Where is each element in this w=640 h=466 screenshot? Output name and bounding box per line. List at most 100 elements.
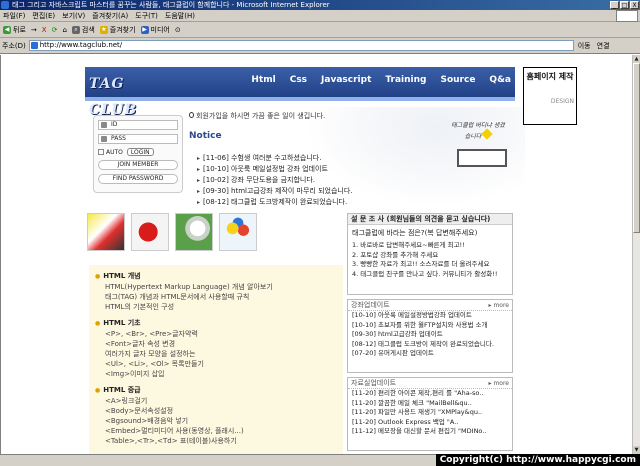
update-item[interactable]: [08-12] 태그클럽 도크방이 제작이 완료되었습니다. (348, 340, 512, 350)
update-item[interactable]: [09-30] html고급강좌 업데이트 (348, 330, 512, 340)
scroll-thumb[interactable] (633, 63, 640, 233)
resource-item[interactable]: [11-12] 메모장을 대신할 문서 편집기 "MDINo.. (348, 427, 512, 437)
course-link[interactable]: HTML(Hypertext Markup Language) 개념 알아보기 (95, 282, 343, 292)
course-link[interactable]: <Font>글자 속성 변경 (95, 339, 343, 349)
menu-bar: 파일(F) 편집(E) 보기(V) 즐겨찾기(A) 도구(T) 도움말(H) (0, 10, 640, 22)
id-field[interactable]: ID (98, 120, 178, 130)
course-link[interactable]: <Bgsound>배경음악 넣기 (95, 416, 343, 426)
nav-qa[interactable]: Q&a (489, 75, 511, 85)
media-label: 미디어 (150, 25, 170, 34)
more-link[interactable]: ▸ more (489, 300, 509, 311)
forward-arrow-icon: → (30, 25, 37, 34)
search-button[interactable]: ⌕ 검색 (71, 25, 95, 35)
html-course-list: HTML 개념 HTML(Hypertext Markup Language) … (89, 265, 343, 454)
notice-item[interactable]: [10-02] 강좌 무단도용을 금지합니다. (197, 175, 353, 186)
course-link[interactable]: <Ul>, <Li>, <Ol> 목록만들기 (95, 359, 343, 369)
buddy-search-box[interactable] (457, 149, 507, 167)
resource-item[interactable]: [11-20] 파일만 사용드 재생기 "XMPlay&qu.. (348, 408, 512, 418)
password-field[interactable]: PASS (98, 134, 178, 144)
course-link[interactable]: <Embed>멀티미디어 사용(동영상, 플래시...) (95, 426, 343, 436)
nav-html[interactable]: Html (251, 75, 275, 85)
buddy-speech-text: 태그클럽 버디냐 생겼습니다 (451, 122, 505, 140)
media-button[interactable]: ▶ 미디어 (140, 25, 170, 35)
stop-icon: X (41, 25, 47, 34)
thumbnail-pencils[interactable] (87, 213, 125, 251)
refresh-button[interactable]: ⟳ (52, 26, 58, 34)
thumbnail-balloons[interactable] (219, 213, 257, 251)
thumbnail-magnifier[interactable] (175, 213, 213, 251)
forward-button[interactable]: → (31, 26, 37, 34)
minimize-button[interactable]: _ (610, 1, 619, 9)
nav-training[interactable]: Training (385, 75, 426, 85)
nav-source[interactable]: Source (440, 75, 475, 85)
maximize-button[interactable]: □ (620, 1, 629, 9)
page-viewport: TAG CLUB Html Css Javascript Training So… (0, 55, 632, 454)
history-button[interactable]: ⊙ (175, 26, 181, 34)
thumbnail-red[interactable] (131, 213, 169, 251)
notice-item[interactable]: [10-10] 아웃룩 메일설정법 강좌 업데이트 (197, 164, 353, 175)
star-icon: ★ (99, 25, 108, 34)
poll-question: 태그클럽에 바라는 점은?(복 답변해주세요) (352, 229, 478, 237)
back-button[interactable]: ◀ 뒤로 (3, 25, 26, 35)
auto-login-checkbox[interactable] (98, 149, 104, 155)
login-button[interactable]: LOGIN (126, 148, 154, 156)
course-link[interactable]: <Body>문서속성설정 (95, 406, 343, 416)
update-item[interactable]: [10-10] 초보자를 위한 월FTP설치와 사용법 소개 (348, 321, 512, 331)
resource-updates-title: 자료실업데이트 (351, 379, 397, 387)
stop-button[interactable]: X (42, 26, 47, 34)
poll-option[interactable]: 3. 빵빵한 자료가 최고!! 소스자료를 더 올려주세요 (348, 260, 512, 270)
user-icon (101, 122, 107, 128)
menu-help[interactable]: 도움말(H) (165, 11, 195, 21)
course-link[interactable]: <Table>,<Tr>,<Td> 표(테이블)사용하기 (95, 436, 343, 446)
menu-edit[interactable]: 편집(E) (32, 11, 55, 21)
close-button[interactable]: X (630, 1, 639, 9)
site-logo[interactable]: TAG CLUB (89, 71, 161, 118)
menu-file[interactable]: 파일(F) (3, 11, 25, 21)
refresh-icon: ⟳ (51, 25, 58, 34)
right-column: 설 문 조 사 (회원님들의 의견을 묻고 싶습니다) 태그클럽에 바라는 점은… (347, 213, 513, 454)
nav-css[interactable]: Css (290, 75, 307, 85)
course-link[interactable]: <P>, <Br>, <Pre>글자약력 (95, 329, 343, 339)
window-titlebar: 태그 그리고 자바스크립트 마스터를 꿈꾸는 사람들, 태그클럽이 함께합니다 … (0, 0, 640, 10)
address-input[interactable]: http://www.tagclub.net/ (28, 40, 574, 51)
course-updates-header: 강좌업데이트 ▸ more (348, 300, 512, 311)
notice-item[interactable]: [11-06] 수험생 여러분 수고하셨습니다. (197, 153, 353, 164)
find-password-button[interactable]: FIND PASSWORD (98, 174, 178, 184)
go-button[interactable]: 이동 (578, 41, 591, 51)
course-link[interactable]: 여러가지 글자 모양을 설정하는 (95, 349, 343, 359)
poll-option[interactable]: 4. 태그클럽 친구를 만나고 싶다. 커뮤니티가 활성화!! (348, 270, 512, 280)
menu-favorites[interactable]: 즐겨찾기(A) (92, 11, 128, 21)
update-item[interactable]: [10-10] 아웃룩 메일설정방법강좌 업데이트 (348, 311, 512, 321)
course-link[interactable]: 태그(TAG) 개념과 HTML문서에서 사용할때 규칙 (95, 292, 343, 302)
poll-option[interactable]: 2. 포토샵 강좌를 추가해 주세요 (348, 251, 512, 261)
notice-item[interactable]: [08-12] 태그클럽 도크방제작이 완료되었습니다. (197, 197, 353, 208)
poll-option[interactable]: 1. 바로바로 답변해주세요~빠른게 최고!! (348, 241, 512, 251)
scroll-up-icon[interactable]: ▲ (633, 55, 640, 63)
menu-view[interactable]: 보기(V) (62, 11, 85, 21)
course-link[interactable]: <Img>이미지 삽입 (95, 369, 343, 379)
windows-logo (616, 10, 638, 22)
welcome-message: 회원가입을 하시면 가끔 좋은 일이 생깁니다. (189, 111, 325, 121)
resource-item[interactable]: [11-20] 편리한 아이콘 제작,편리 를 "Aha-so.. (348, 389, 512, 399)
search-label: 검색 (81, 25, 95, 34)
nav-javascript[interactable]: Javascript (321, 75, 371, 85)
course-link[interactable]: HTML의 기본적인 구성 (95, 302, 343, 312)
resource-item[interactable]: [11-20] 깔끔한 메일 체크 "MailBell&qu.. (348, 399, 512, 409)
favorites-button[interactable]: ★ 즐겨찾기 (99, 25, 136, 35)
update-item[interactable]: [07-20] 유머게시판 업데이트 (348, 349, 512, 359)
homepage-ad-banner[interactable]: 홈페이지 제작 DESIGN (523, 67, 577, 125)
vertical-scrollbar[interactable]: ▲ ▼ (632, 55, 640, 454)
section-title: HTML 기초 (95, 318, 343, 329)
join-member-button[interactable]: JOIN MEMBER (98, 160, 178, 170)
resource-item[interactable]: [11-20] Outlook Express 백업 "A.. (348, 418, 512, 428)
course-link[interactable]: <A>링크걸기 (95, 396, 343, 406)
login-actions: AUTO LOGIN (98, 148, 178, 156)
more-link[interactable]: ▸ more (489, 378, 509, 389)
links-button[interactable]: 연결 (597, 41, 610, 51)
section-html-basic: HTML 기초 <P>, <Br>, <Pre>글자약력 <Font>글자 속성… (95, 318, 343, 379)
scroll-down-icon[interactable]: ▼ (633, 446, 640, 454)
key-icon (101, 136, 107, 142)
notice-item[interactable]: [09-30] html고급강좌 제작이 마무리 되었습니다. (197, 186, 352, 197)
home-button[interactable]: ⌂ (62, 26, 66, 34)
menu-tools[interactable]: 도구(T) (135, 11, 158, 21)
